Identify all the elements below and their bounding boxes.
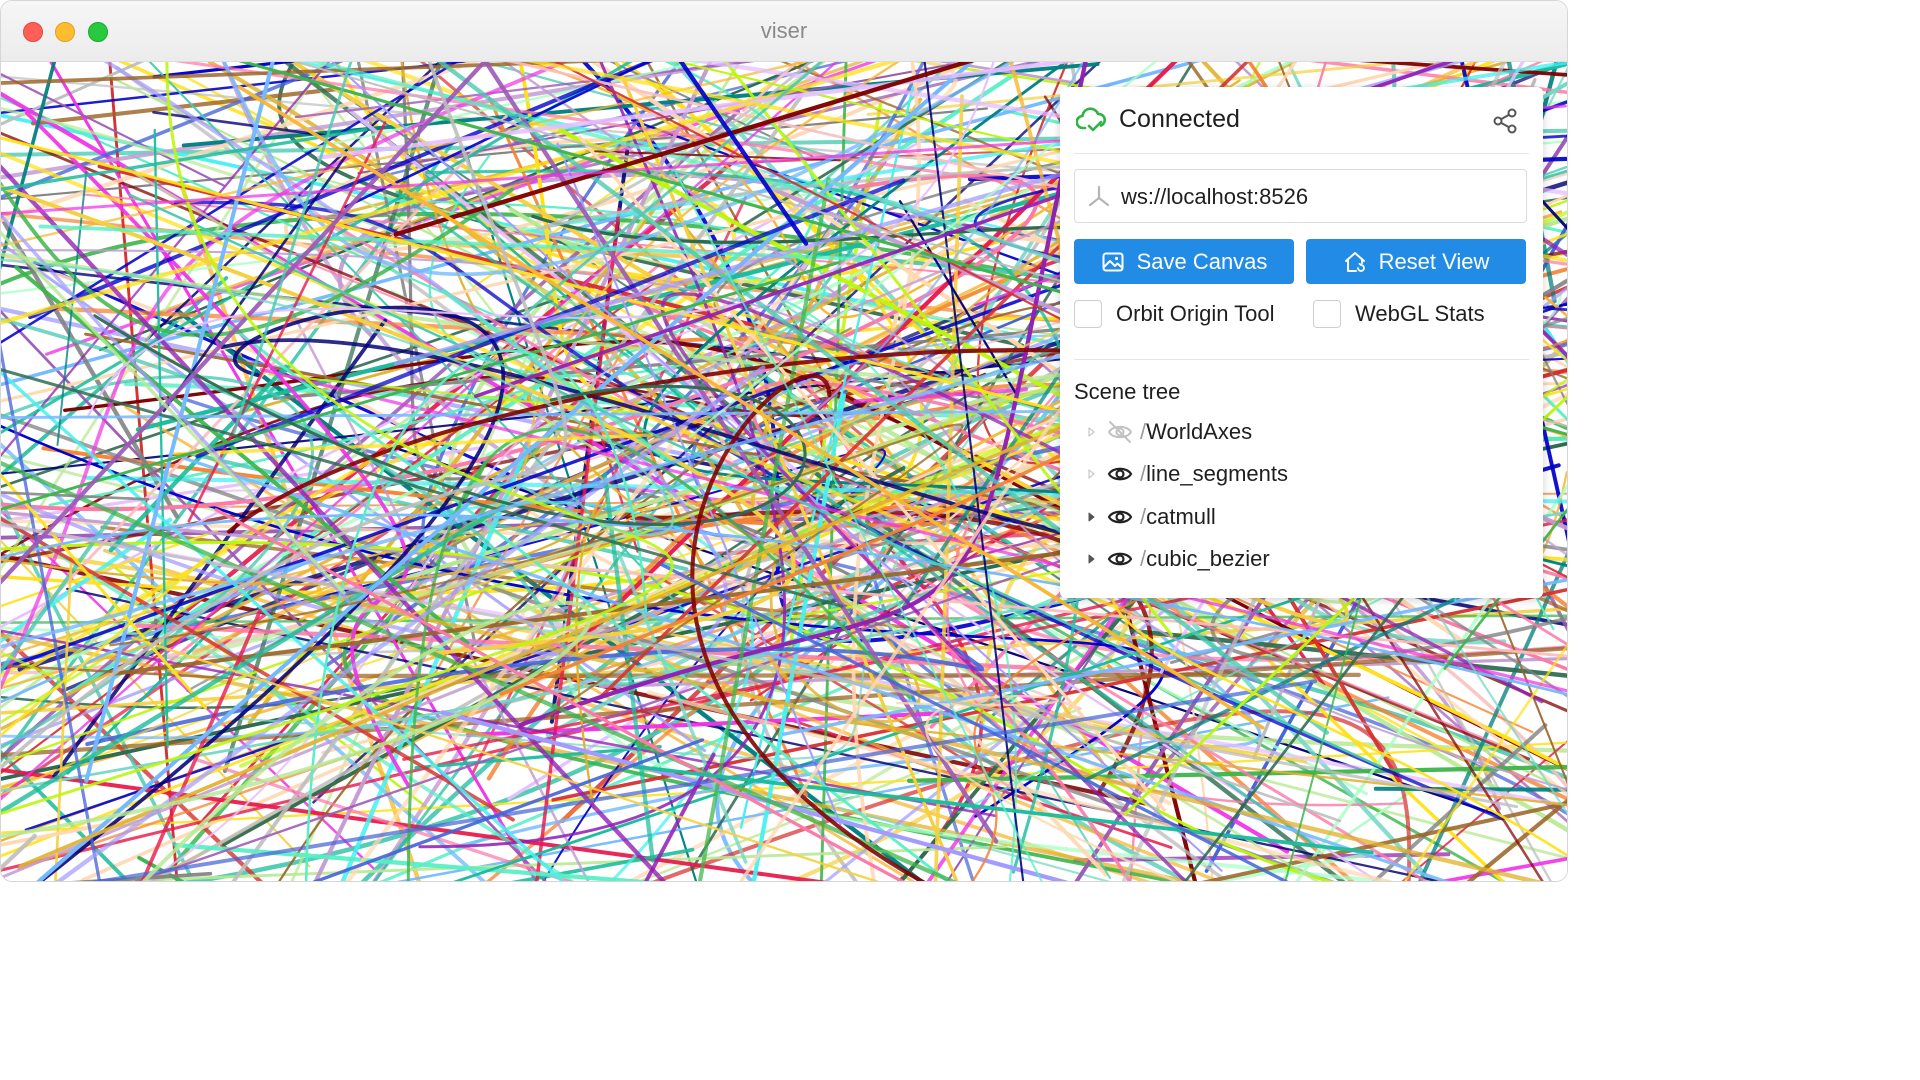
scene-tree-item-label: /WorldAxes [1140, 419, 1253, 444]
scene-tree-item-label: /cubic_bezier [1140, 546, 1270, 571]
checkbox-label: Orbit Origin Tool [1116, 301, 1275, 326]
connection-status: Connected [1119, 105, 1240, 133]
orbit-origin-tool-checkbox[interactable]: Orbit Origin Tool [1074, 299, 1275, 329]
caret-right-icon [1088, 427, 1095, 437]
save-canvas-label: Save Canvas [1136, 248, 1268, 274]
panel-header: Connected [1060, 87, 1543, 153]
scene-tree-item-cubic-bezier[interactable]: /cubic_bezier [1084, 542, 1270, 576]
plug-icon [1088, 185, 1110, 207]
window-title: viser [760, 18, 808, 43]
scene-tree-item-catmull[interactable]: /catmull [1084, 500, 1216, 534]
scene-tree-item-label: /catmull [1140, 504, 1216, 529]
header-divider [1074, 153, 1529, 154]
server-url-field[interactable] [1074, 169, 1527, 223]
share-icon[interactable] [1491, 107, 1519, 135]
reset-view-label: Reset View [1378, 248, 1490, 274]
eye-icon[interactable] [1106, 460, 1134, 488]
reset-view-button[interactable]: Reset View [1306, 239, 1526, 284]
caret-right-icon[interactable] [1084, 510, 1098, 524]
section-divider [1074, 359, 1529, 360]
server-url-input[interactable] [1119, 178, 1513, 216]
scene-tree-item-line-segments[interactable]: /line_segments [1084, 457, 1288, 491]
webgl-stats-checkbox[interactable]: WebGL Stats [1313, 299, 1485, 329]
scene-tree-title: Scene tree [1074, 379, 1181, 404]
checkbox-box[interactable] [1074, 300, 1102, 328]
eye-icon[interactable] [1106, 545, 1134, 573]
photo-icon [1102, 252, 1124, 271]
caret-right-icon[interactable] [1084, 552, 1098, 566]
eye-icon[interactable] [1106, 503, 1134, 531]
cloud-check-icon [1076, 107, 1106, 132]
title-bar: viser [1, 1, 1567, 62]
caret-right-icon [1088, 469, 1095, 479]
eye-off-icon[interactable] [1106, 418, 1134, 446]
home-icon [1344, 251, 1365, 272]
app-window: viser Connected ws://localhost:8526 Save… [0, 0, 1568, 882]
control-panel: Connected Save Canv [1060, 87, 1543, 598]
scene-tree-item-label: /line_segments [1140, 461, 1288, 486]
checkbox-box[interactable] [1313, 300, 1341, 328]
checkbox-label: WebGL Stats [1355, 301, 1485, 326]
scene-tree-item-worldaxes[interactable]: /WorldAxes [1084, 415, 1252, 449]
save-canvas-button[interactable]: Save Canvas [1074, 239, 1294, 284]
